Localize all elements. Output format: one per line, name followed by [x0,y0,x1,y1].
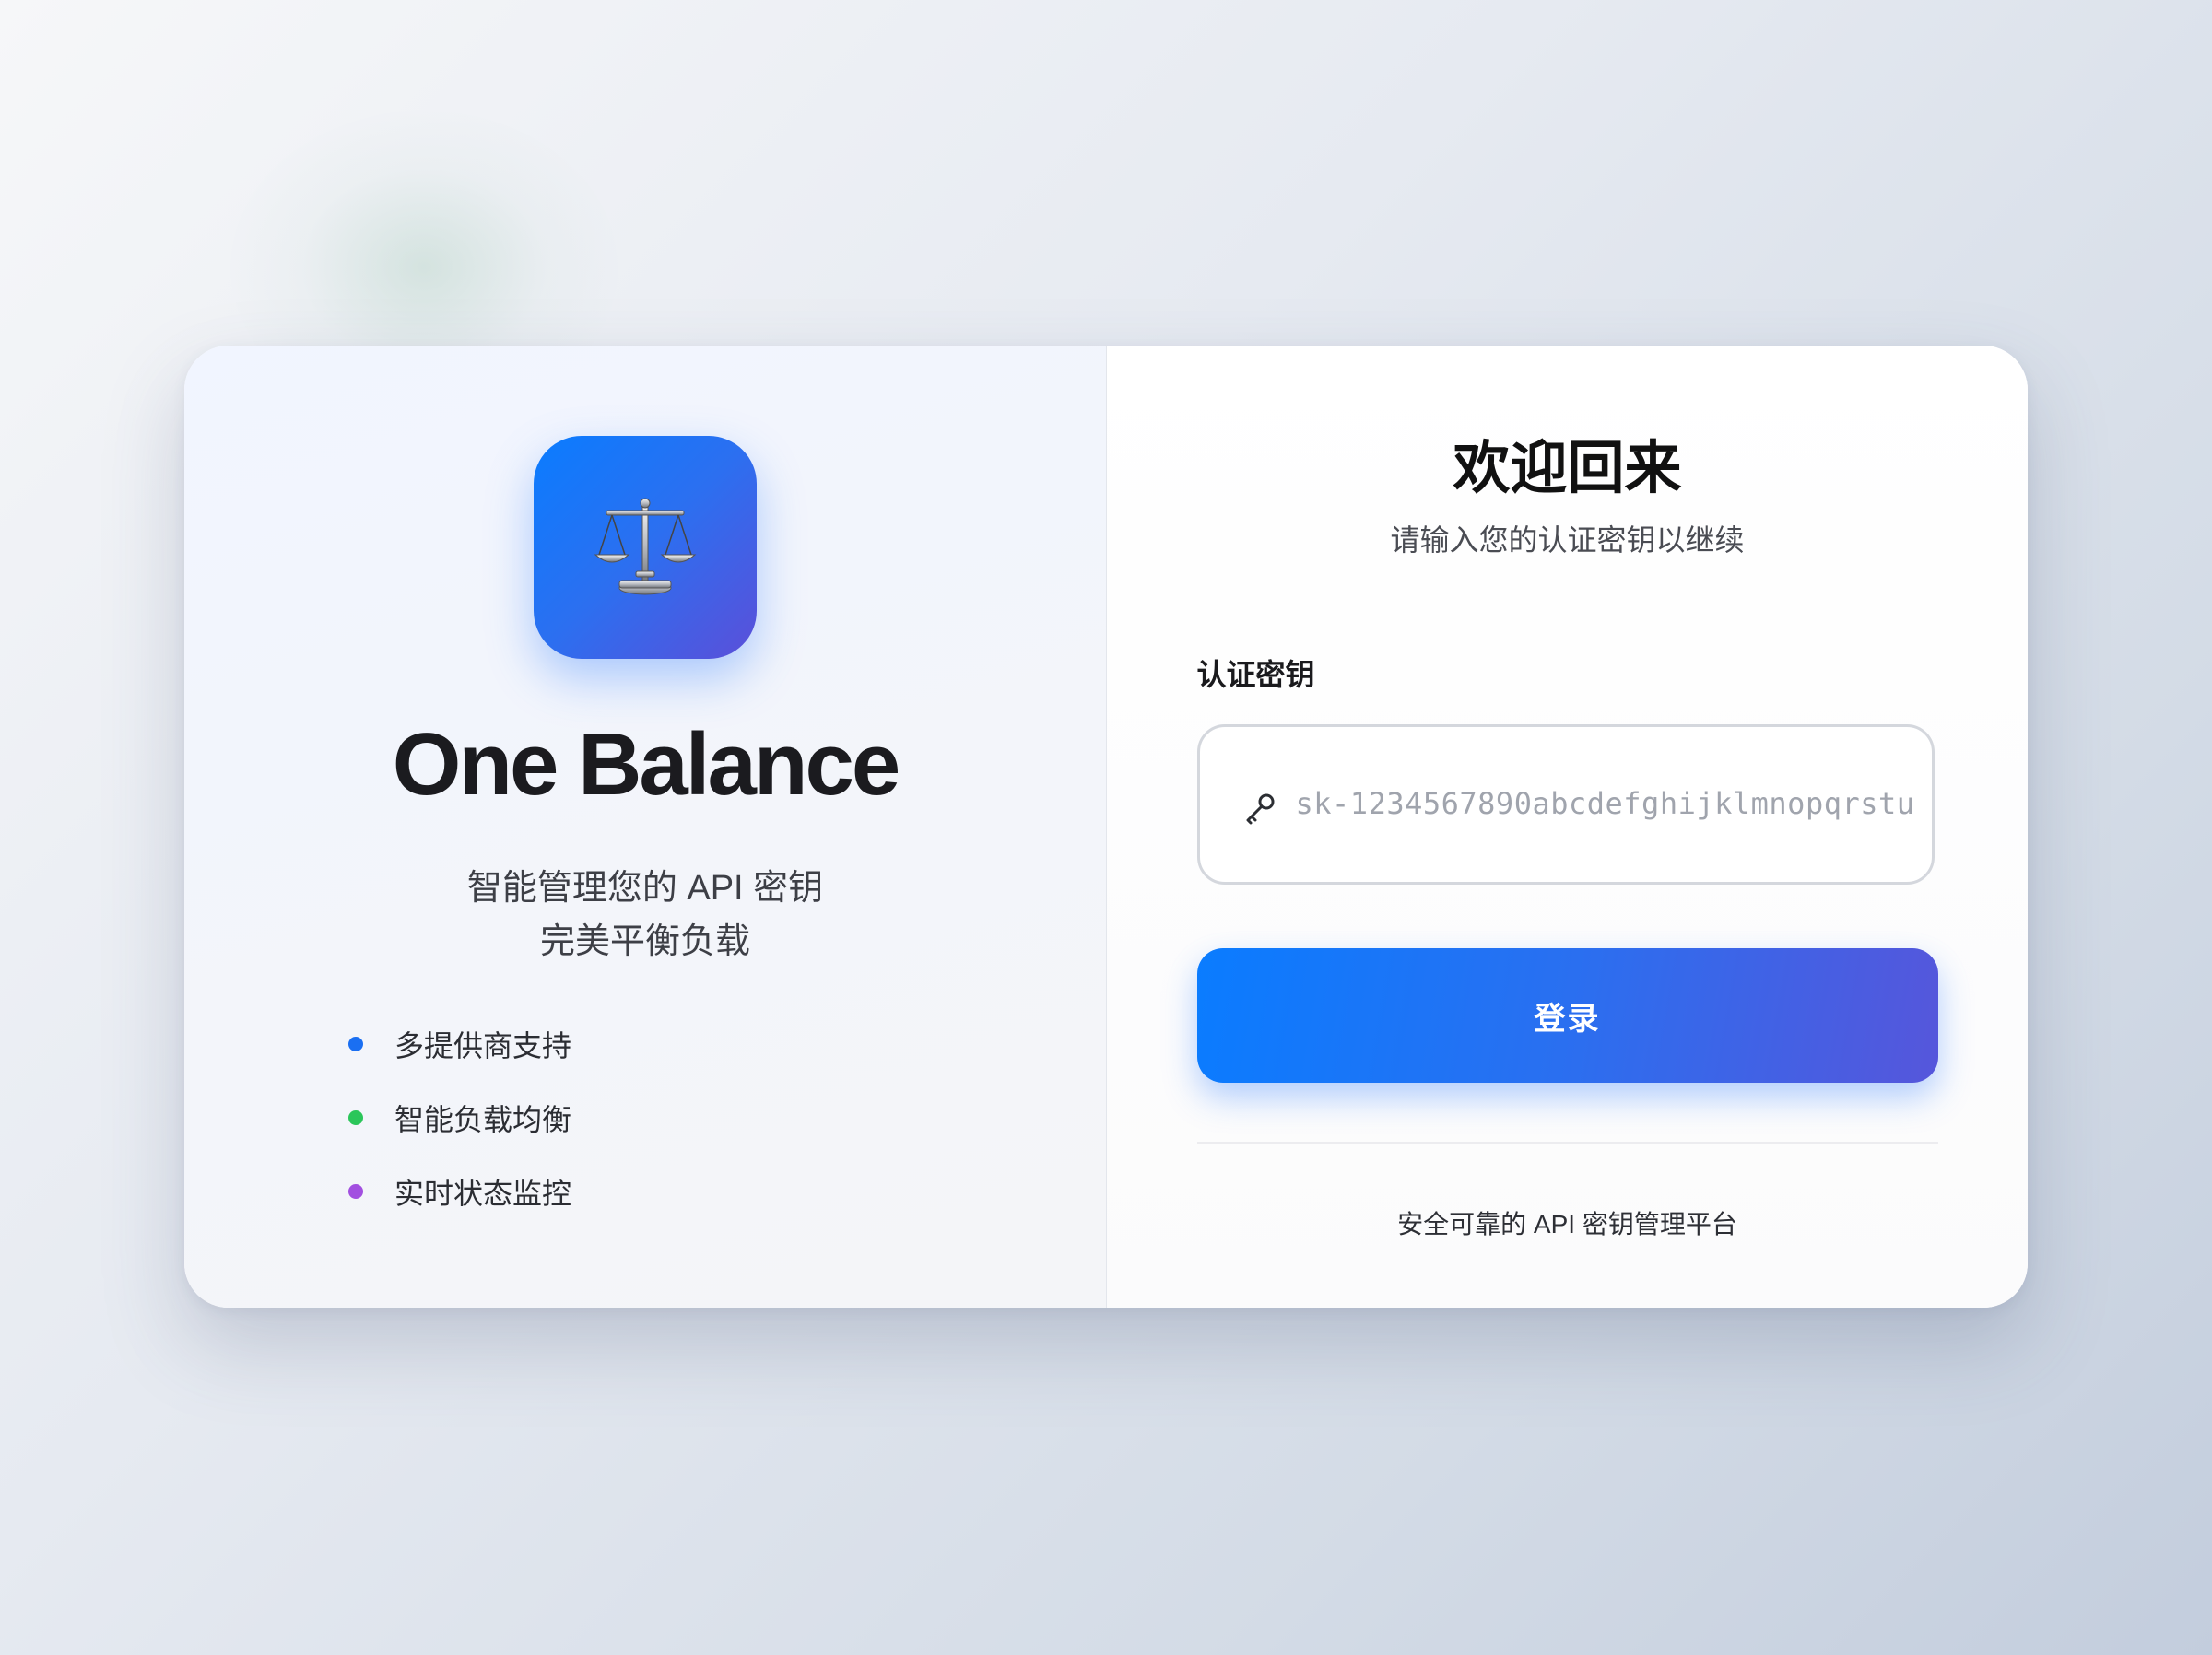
brand-tagline: 智能管理您的 API 密钥 完美平衡负载 [184,862,1106,968]
divider [1196,1142,1938,1144]
feature-dot-icon [348,1037,363,1051]
feature-dot-icon [348,1110,363,1125]
login-card: One Balance 智能管理您的 API 密钥 完美平衡负载 多提供商支持 … [184,346,2028,1308]
feature-item: 实时状态监控 [348,1173,571,1210]
tagline-line-2: 完美平衡负载 [539,922,750,961]
app-logo [534,436,757,659]
login-panel: 欢迎回来 请输入您的认证密钥以继续 认证密钥 sk-1234567890abcd… [1106,346,2028,1308]
feature-list: 多提供商支持 智能负载均衡 实时状态监控 [348,1026,571,1247]
login-button-label: 登录 [1534,1001,1601,1037]
auth-key-input[interactable]: sk-1234567890abcdefghijklmnopqrstu [1196,724,1935,885]
feature-item: 智能负载均衡 [348,1099,571,1136]
feature-label: 智能负载均衡 [394,1103,572,1136]
feature-label: 多提供商支持 [394,1029,572,1062]
brand-name: One Balance [392,715,901,814]
key-icon [1241,790,1278,831]
auth-key-label: 认证密钥 [1196,658,1315,691]
feature-label: 实时状态监控 [394,1177,572,1210]
footer-text: 安全可靠的 API 密钥管理平台 [1397,1210,1737,1238]
login-subtitle: 请输入您的认证密钥以继续 [1390,523,1745,557]
feature-dot-icon [348,1184,363,1199]
login-button[interactable]: 登录 [1196,948,1938,1083]
balance-scale-icon [594,498,697,595]
tagline-line-1: 智能管理您的 API 密钥 [466,869,824,908]
login-title: 欢迎回来 [1453,437,1682,500]
feature-item: 多提供商支持 [348,1026,571,1062]
auth-key-value: sk-1234567890abcdefghijklmnopqrstu [1295,786,1915,821]
brand-panel: One Balance 智能管理您的 API 密钥 完美平衡负载 多提供商支持 … [184,346,1107,1308]
